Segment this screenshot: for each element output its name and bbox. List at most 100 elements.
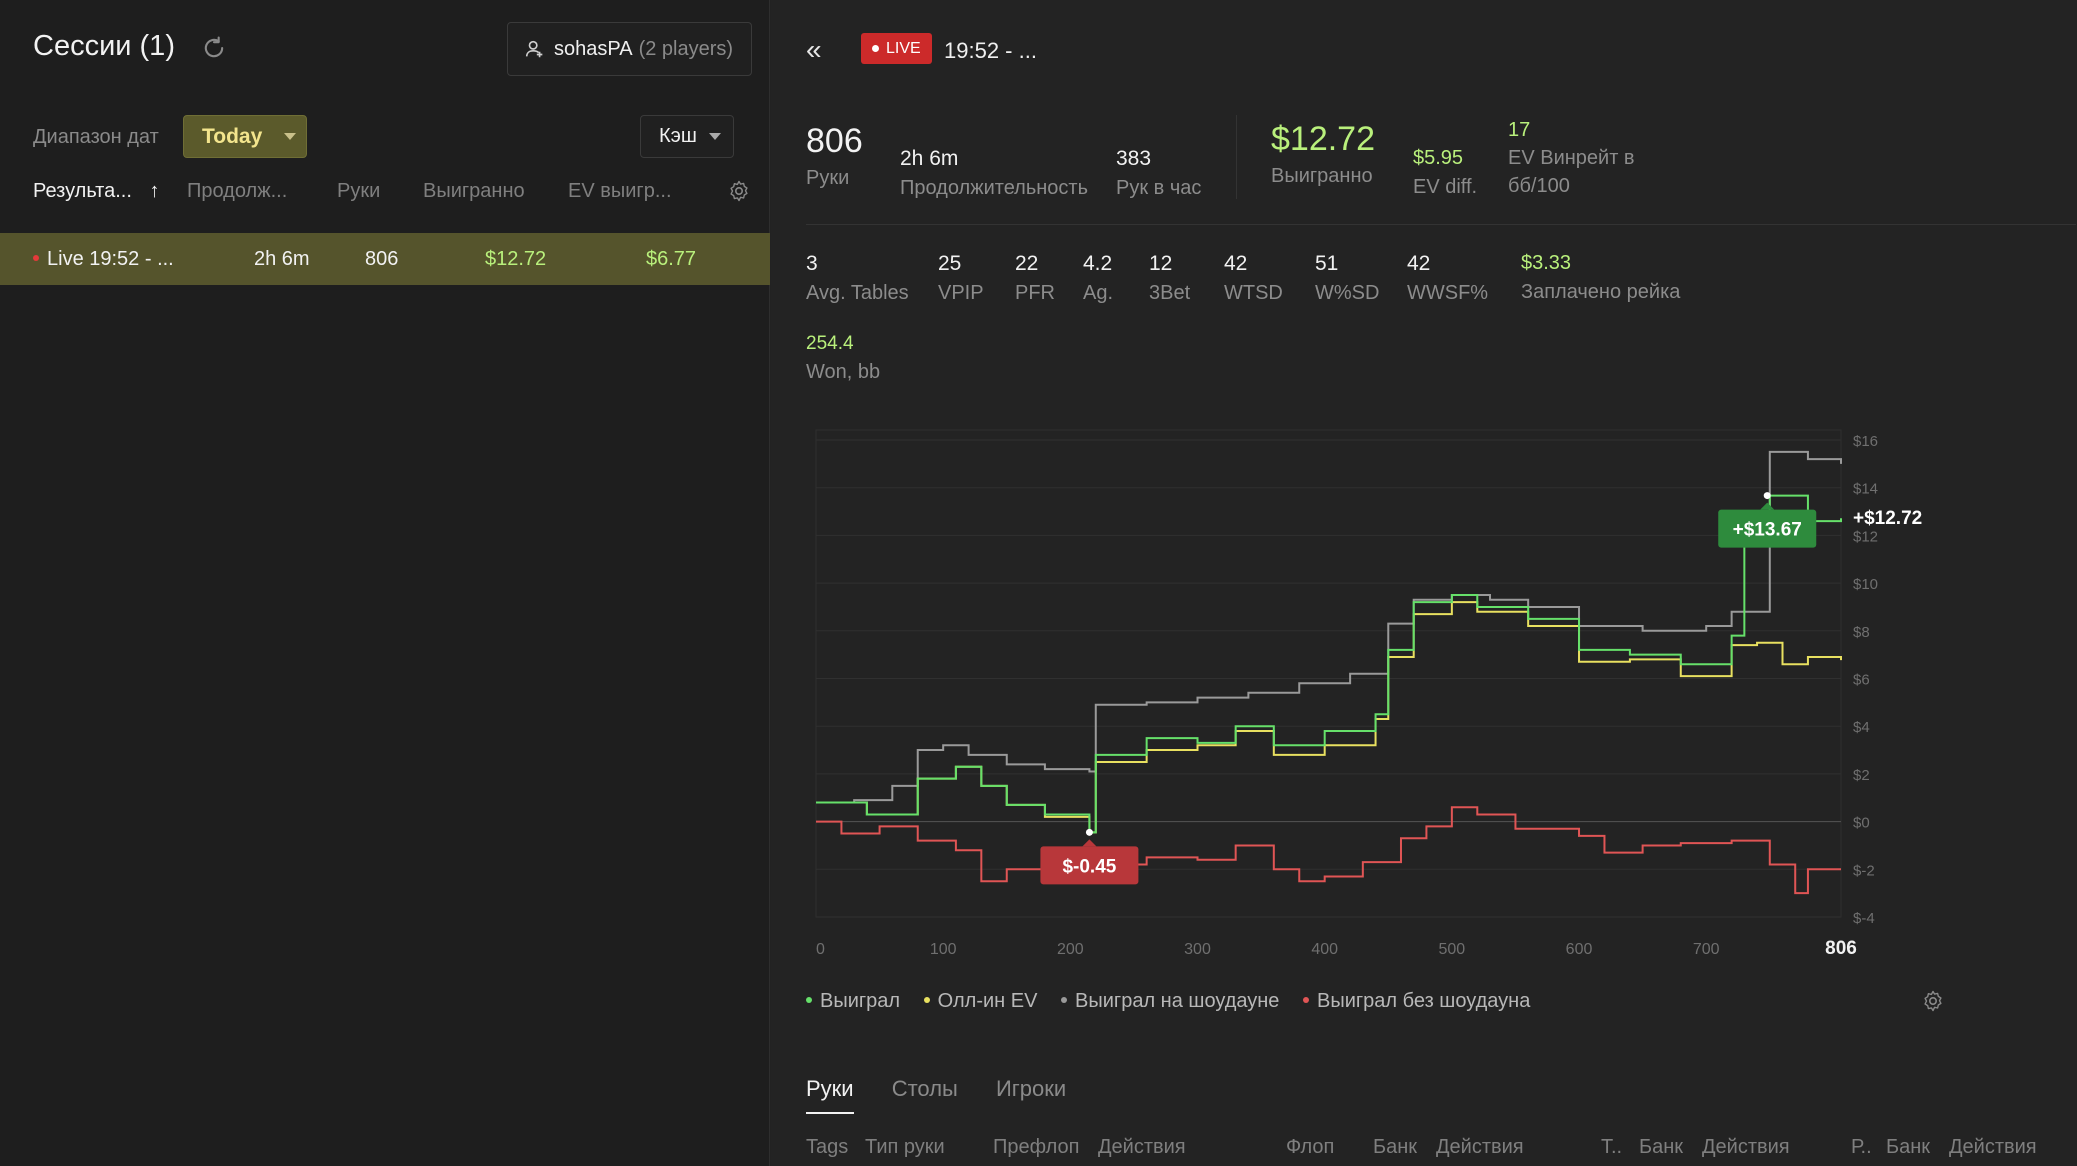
- y-tick-label: $16: [1853, 433, 1878, 450]
- hand-col-flop[interactable]: Флоп: [1286, 1136, 1334, 1159]
- series-line: [816, 494, 1842, 834]
- x-tick-label: 600: [1566, 941, 1593, 958]
- game-type-dropdown[interactable]: Кэш: [640, 115, 734, 158]
- annotation-point: [1085, 828, 1093, 836]
- user-icon: [525, 40, 543, 58]
- annotation-label: +$13.67: [1733, 520, 1802, 541]
- series-line: [816, 450, 1842, 804]
- hand-col-river[interactable]: Р..: [1851, 1136, 1872, 1159]
- refresh-icon[interactable]: [200, 34, 228, 62]
- column-header-result[interactable]: Результа... ↑: [33, 180, 159, 203]
- stat-wwsf: 42 WWSF%: [1407, 252, 1489, 304]
- sessions-title: Сессии (1): [33, 30, 175, 62]
- hand-col-turn[interactable]: Т..: [1601, 1136, 1622, 1159]
- annotation-pointer: [1082, 839, 1097, 847]
- date-range-dropdown[interactable]: Today: [183, 115, 307, 158]
- legend-won-without-showdown[interactable]: Выиграл без шоудауна: [1303, 990, 1530, 1012]
- sessions-panel: Сессии (1) sohasPA (2 players) Диапазон …: [0, 0, 770, 1166]
- session-detail-panel: « LIVE 19:52 - ... 806 Руки 2h 6m Продол…: [771, 0, 2077, 1166]
- hand-col-preflop[interactable]: Префлоп: [993, 1136, 1079, 1159]
- stat-hands: 806 Руки: [806, 122, 863, 189]
- annotation-pointer: [1760, 502, 1775, 510]
- tab-players[interactable]: Игроки: [996, 1076, 1066, 1112]
- session-row[interactable]: Live 19:52 - ... 2h 6m 806 $12.72 $6.77: [0, 233, 770, 285]
- hand-col-river-pot[interactable]: Банк: [1886, 1136, 1930, 1159]
- y-tick-label: $-4: [1853, 910, 1875, 927]
- hand-col-turn-actions[interactable]: Действия: [1702, 1136, 1790, 1159]
- hand-col-hand-type[interactable]: Тип руки: [865, 1136, 945, 1159]
- session-duration: 2h 6m: [254, 248, 310, 270]
- series-line: [816, 601, 1842, 834]
- stat-hands-per-hour: 383 Рук в час: [1116, 147, 1202, 199]
- stat-won: $12.72 Выигранно: [1271, 120, 1375, 187]
- stat-avg-tables: 3 Avg. Tables: [806, 252, 909, 304]
- x-tick-label: 200: [1057, 941, 1084, 958]
- stat-duration: 2h 6m Продолжительность: [900, 147, 1088, 199]
- stat-wsd: 51 W%SD: [1315, 252, 1380, 304]
- hand-col-preflop-actions[interactable]: Действия: [1098, 1136, 1186, 1159]
- y-tick-label: $10: [1853, 576, 1878, 593]
- y-tick-label: $4: [1853, 719, 1870, 736]
- annotation-label: $-0.45: [1062, 856, 1116, 877]
- hand-col-flop-actions[interactable]: Действия: [1436, 1136, 1524, 1159]
- date-range-label: Диапазон дат: [33, 126, 159, 148]
- y-tick-label: $8: [1853, 624, 1870, 641]
- summary-divider: [1236, 115, 1237, 199]
- x-tick-label: 300: [1184, 941, 1211, 958]
- player-name: sohasPA: [554, 37, 633, 60]
- hand-col-flop-pot[interactable]: Банк: [1373, 1136, 1417, 1159]
- y-tick-label: $0: [1853, 815, 1870, 832]
- chart-legend: Выиграл Олл-ин EV Выиграл на шоудауне Вы…: [806, 990, 1548, 1013]
- legend-allin-ev[interactable]: Олл-ин EV: [923, 990, 1037, 1012]
- chevron-down-icon: [708, 133, 721, 140]
- x-tick-label: 400: [1311, 941, 1338, 958]
- chevron-down-icon: [284, 133, 297, 140]
- y-tick-label: $14: [1853, 481, 1878, 498]
- legend-won-at-showdown[interactable]: Выиграл на шоудауне: [1061, 990, 1279, 1012]
- y-tick-label: $12: [1853, 528, 1878, 545]
- stat-vpip: 25 VPIP: [938, 252, 984, 304]
- player-selector-button[interactable]: sohasPA (2 players): [507, 22, 752, 76]
- sort-arrow-icon: ↑: [149, 180, 160, 202]
- session-ev-won: $6.77: [646, 248, 697, 270]
- summary-separator: [806, 224, 2076, 225]
- hand-col-turn-pot[interactable]: Банк: [1639, 1136, 1683, 1159]
- chart-series: [816, 450, 1842, 895]
- annotation-tooltip: +$13.67: [1718, 502, 1817, 548]
- gear-icon[interactable]: [1921, 989, 1945, 1013]
- collapse-back-button[interactable]: «: [806, 34, 822, 66]
- live-dot-icon: [33, 254, 39, 261]
- column-header-ev-won[interactable]: EV выигр...: [568, 180, 672, 203]
- series-line: [816, 806, 1841, 895]
- detail-tabs: Руки Столы Игроки: [806, 1076, 1098, 1114]
- stat-won-bb: 254.4 Won, bb: [806, 333, 881, 383]
- session-name: Live 19:52 - ...: [33, 248, 174, 271]
- legend-won[interactable]: Выиграл: [806, 990, 900, 1012]
- x-tick-label: 500: [1439, 941, 1466, 958]
- session-title: 19:52 - ...: [944, 38, 1037, 63]
- hand-col-river-actions[interactable]: Действия: [1949, 1136, 2037, 1159]
- stat-3bet: 12 3Bet: [1149, 252, 1191, 304]
- player-count: (2 players): [638, 37, 734, 60]
- live-dot-icon: [872, 45, 879, 52]
- column-header-won[interactable]: Выигранно: [423, 180, 525, 203]
- stat-pfr: 22 PFR: [1015, 252, 1055, 304]
- results-chart: $16 $14 $12 $10 $8 $6 $4 $2 $0 $-2 $-4 0 100 200 300 40…: [815, 429, 1922, 959]
- stat-wtsd: 42 WTSD: [1224, 252, 1283, 304]
- hand-col-tags[interactable]: Tags: [806, 1136, 848, 1159]
- gear-icon[interactable]: [727, 179, 751, 203]
- y-tick-label: $6: [1853, 672, 1870, 689]
- session-won: $12.72: [485, 248, 547, 270]
- column-header-hands[interactable]: Руки: [337, 180, 380, 203]
- stat-ev-winrate: 17 EV Винрейт в бб/100: [1508, 119, 1635, 197]
- x-tick-label: 700: [1693, 941, 1720, 958]
- stat-ev-diff: $5.95 EV diff.: [1413, 147, 1478, 198]
- annotation-point: [1763, 492, 1771, 500]
- tab-hands[interactable]: Руки: [806, 1076, 854, 1114]
- stat-aggression: 4.2 Ag.: [1083, 252, 1114, 304]
- column-header-duration[interactable]: Продолж...: [187, 180, 287, 203]
- x-tick-label: 0: [816, 941, 825, 958]
- end-value-label: +$12.72: [1853, 508, 1922, 529]
- tab-tables[interactable]: Столы: [892, 1076, 958, 1112]
- annotation-tooltip: $-0.45: [1040, 839, 1139, 885]
